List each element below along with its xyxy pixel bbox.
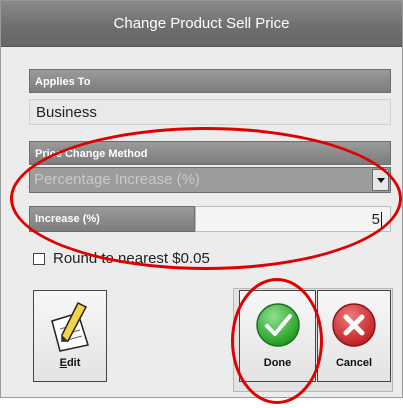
checkmark-icon	[255, 303, 300, 347]
text-caret	[381, 212, 382, 229]
edit-button[interactable]: Edit	[33, 290, 107, 382]
cancel-label: Cancel	[335, 357, 373, 369]
applies-to-value: Business	[29, 99, 391, 125]
price-change-method-select[interactable]: Percentage Increase (%)	[29, 167, 391, 193]
done-button[interactable]: Done	[239, 290, 316, 382]
done-label: Done	[263, 357, 292, 369]
change-price-dialog: Change Product Sell Price Applies To Bus…	[0, 0, 403, 398]
price-change-method-value: Percentage Increase (%)	[34, 171, 200, 188]
cancel-button[interactable]: Cancel	[317, 290, 391, 382]
increase-input[interactable]: 5	[195, 206, 391, 232]
close-x-icon	[332, 303, 376, 347]
increase-label: Increase (%)	[29, 206, 195, 232]
dialog-title: Change Product Sell Price	[1, 1, 402, 47]
round-checkbox-label[interactable]: Round to nearest $0.05	[53, 250, 210, 267]
increase-value: 5	[371, 211, 380, 228]
round-checkbox[interactable]	[33, 253, 45, 265]
chevron-down-icon[interactable]	[372, 169, 389, 191]
price-change-method-header: Price Change Method	[29, 141, 391, 165]
edit-label: Edit	[59, 357, 81, 369]
applies-to-header: Applies To	[29, 69, 391, 93]
pencil-paper-icon	[51, 301, 89, 352]
